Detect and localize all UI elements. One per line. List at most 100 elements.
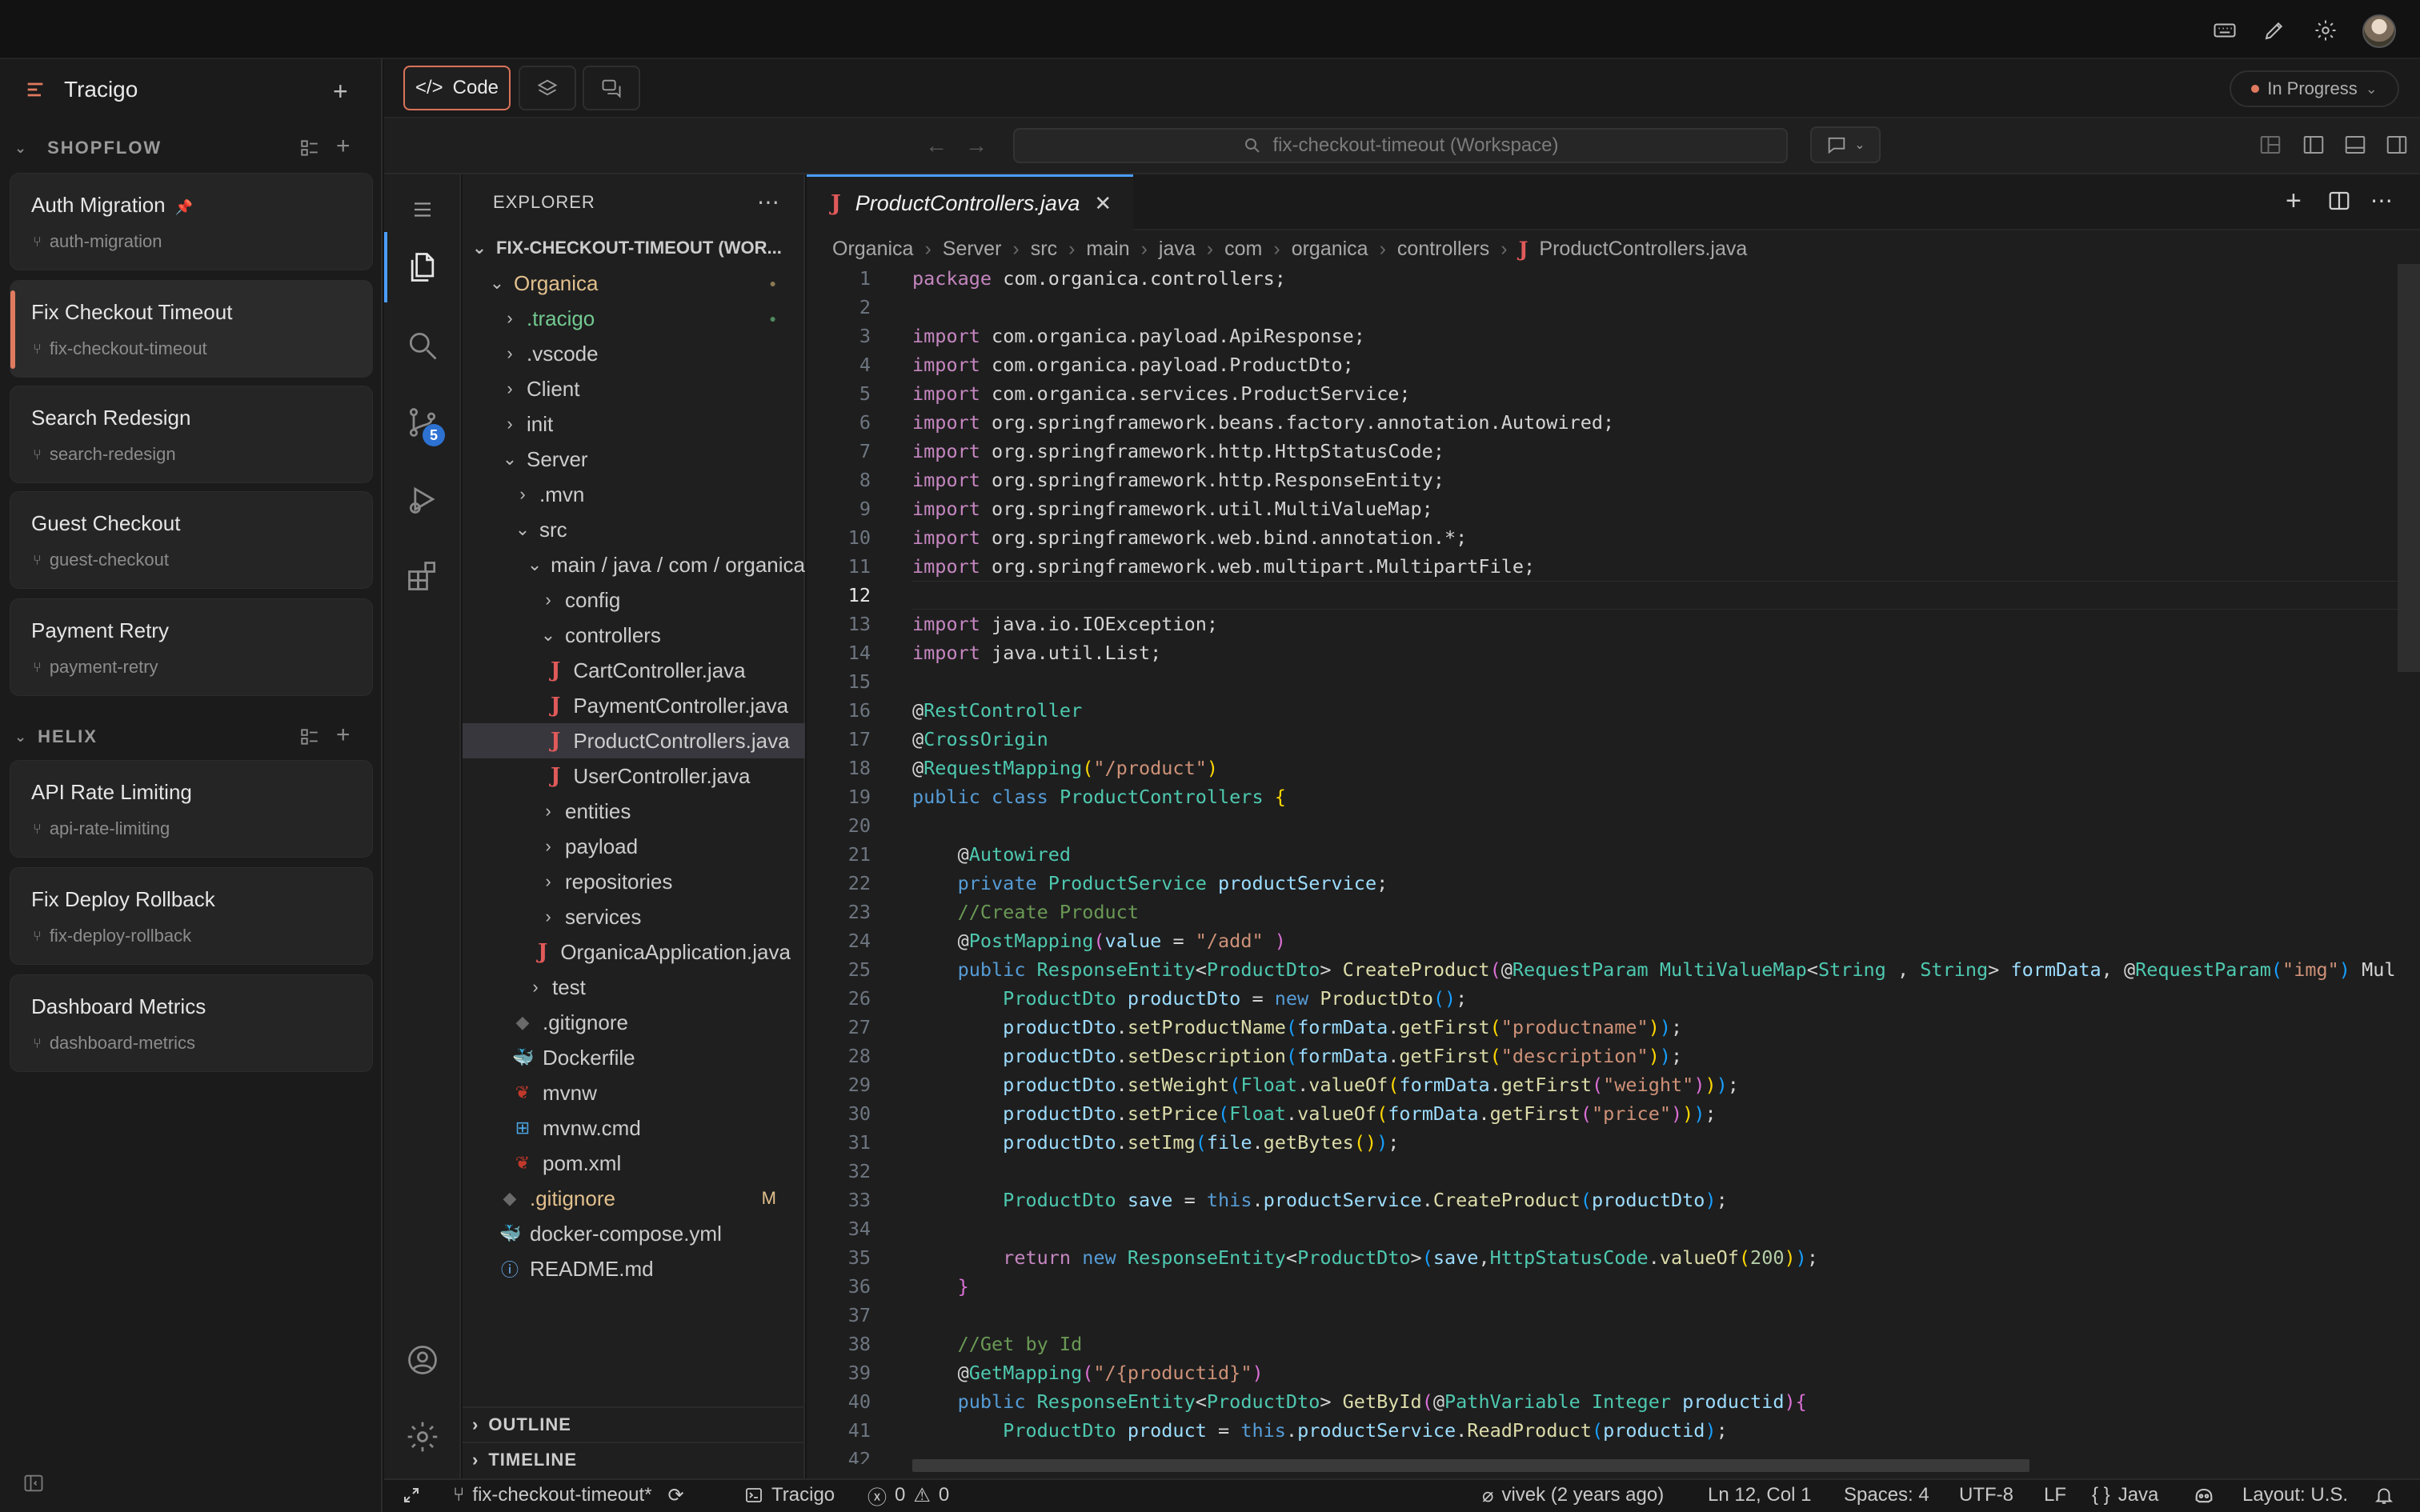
code-line[interactable]: 13 import java.io.IOException;	[807, 610, 2420, 638]
git-branch-status[interactable]: ⑂ fix-checkout-timeout* ⟳	[453, 1482, 684, 1509]
breadcrumb-item[interactable]: src	[1031, 238, 1057, 261]
breadcrumb-item[interactable]: ProductControllers.java	[1539, 238, 1747, 261]
code-line[interactable]: 9 import org.springframework.util.MultiVa…	[807, 494, 2420, 523]
run-debug-icon[interactable]	[400, 477, 445, 522]
manage-gear-icon[interactable]	[400, 1414, 445, 1459]
back-arrow-icon[interactable]: ←	[925, 133, 948, 158]
editor-tab-active[interactable]: J ProductControllers.java ✕	[807, 174, 1133, 230]
user-avatar[interactable]	[2362, 14, 2396, 48]
toggle-panel-icon[interactable]	[2343, 133, 2367, 157]
code-line[interactable]: 23 //Create Product	[807, 898, 2420, 926]
indentation-status[interactable]: Spaces: 4	[1844, 1482, 1929, 1509]
code-line[interactable]: 16 @RestController	[807, 696, 2420, 725]
sync-icon[interactable]: ⟳	[668, 1484, 684, 1507]
tree-item[interactable]: › Client	[463, 371, 805, 406]
breadcrumb-item[interactable]: java	[1159, 238, 1196, 261]
code-line[interactable]: 24 @PostMapping(value = "/add" )	[807, 926, 2420, 955]
task-card-search-redesign[interactable]: Search Redesign ⑂ search-redesign	[10, 386, 373, 483]
menu-icon[interactable]	[400, 187, 445, 232]
tree-item[interactable]: › test	[463, 970, 805, 1005]
add-task-icon[interactable]: +	[336, 133, 351, 160]
code-line[interactable]: 18 @RequestMapping("/product")	[807, 754, 2420, 782]
tree-item[interactable]: ⌄ Server	[463, 442, 805, 477]
extensions-icon[interactable]	[400, 554, 445, 598]
toggle-secondary-sidebar-icon[interactable]	[2385, 133, 2409, 157]
code-line[interactable]: 28 productDto.setDescription(formData.ge…	[807, 1042, 2420, 1070]
code-line[interactable]: 26 ProductDto productDto = new ProductDt…	[807, 984, 2420, 1013]
cursor-position[interactable]: Ln 12, Col 1	[1708, 1482, 1811, 1509]
code-line[interactable]: 14 import java.util.List;	[807, 638, 2420, 667]
task-card-dashboard-metrics[interactable]: Dashboard Metrics ⑂ dashboard-metrics	[10, 974, 373, 1072]
command-center[interactable]: fix-checkout-timeout (Workspace)	[1013, 128, 1788, 163]
notifications-bell-icon[interactable]	[2374, 1482, 2394, 1509]
split-editor-icon[interactable]	[2327, 189, 2351, 213]
horizontal-scrollbar[interactable]	[912, 1459, 2029, 1472]
code-view-button[interactable]: </> Code	[403, 66, 511, 110]
breadcrumb-item[interactable]: organica	[1292, 238, 1368, 261]
tree-item[interactable]: › repositories	[463, 864, 805, 899]
close-icon[interactable]: ✕	[1094, 191, 1112, 216]
tree-item[interactable]: ❦ mvnw	[463, 1075, 805, 1110]
task-card-fix-checkout-timeout[interactable]: Fix Checkout Timeout ⑂ fix-checkout-timeo…	[10, 280, 373, 378]
code-line[interactable]: 20	[807, 811, 2420, 840]
task-card-fix-deploy-rollback[interactable]: Fix Deploy Rollback ⑂ fix-deploy-rollback	[10, 867, 373, 965]
section-header-helix[interactable]: ⌄ HELIX	[14, 726, 98, 747]
code-line[interactable]: 34	[807, 1214, 2420, 1243]
tree-item[interactable]: › config	[463, 582, 805, 618]
code-line[interactable]: 7 import org.springframework.http.HttpSta…	[807, 437, 2420, 466]
code-line[interactable]: 8 import org.springframework.http.Respons…	[807, 466, 2420, 494]
tree-item[interactable]: J OrganicaApplication.java	[463, 934, 805, 970]
tree-item[interactable]: ⓘ README.md	[463, 1251, 805, 1286]
add-task-icon[interactable]: +	[336, 722, 351, 749]
timeline-section[interactable]: › TIMELINE	[463, 1442, 805, 1477]
chat-toggle-button[interactable]: ⌄	[1810, 126, 1881, 163]
code-line[interactable]: 10 import org.springframework.web.bind.an…	[807, 523, 2420, 552]
tree-item[interactable]: J ProductControllers.java	[463, 723, 805, 758]
code-line[interactable]: 11 import org.springframework.web.multipa…	[807, 552, 2420, 581]
git-blame-status[interactable]: ⌀ vivek (2 years ago)	[1482, 1482, 1664, 1509]
code-view[interactable]: 1 package com.organica.controllers; 2 3 impo…	[807, 264, 2420, 1464]
code-line[interactable]: 31 productDto.setImg(file.getBytes());	[807, 1128, 2420, 1157]
search-icon[interactable]	[400, 323, 445, 368]
list-view-icon[interactable]	[299, 138, 320, 158]
task-card-api-rate-limiting[interactable]: API Rate Limiting ⑂ api-rate-limiting	[10, 760, 373, 858]
explorer-root[interactable]: ⌄ FIX-CHECKOUT-TIMEOUT (WOR...	[463, 230, 805, 266]
forward-arrow-icon[interactable]: →	[965, 133, 988, 158]
code-line[interactable]: 19 public class ProductControllers {	[807, 782, 2420, 811]
copilot-icon[interactable]	[2193, 1482, 2215, 1509]
task-card-guest-checkout[interactable]: Guest Checkout ⑂ guest-checkout	[10, 491, 373, 589]
tree-item[interactable]: ◆ .gitignore	[463, 1005, 805, 1040]
tree-item[interactable]: J UserController.java	[463, 758, 805, 794]
chat-view-button[interactable]	[583, 66, 640, 110]
code-line[interactable]: 36 }	[807, 1272, 2420, 1301]
tree-item[interactable]: › .mvn	[463, 477, 805, 512]
new-file-icon[interactable]: +	[2286, 186, 2302, 217]
code-line[interactable]: 21 @Autowired	[807, 840, 2420, 869]
more-actions-icon[interactable]: ⋯	[757, 189, 779, 215]
tree-item[interactable]: › payload	[463, 829, 805, 864]
account-icon[interactable]	[400, 1338, 445, 1382]
code-line[interactable]: 41 ProductDto product = this.productServ…	[807, 1416, 2420, 1445]
tree-item[interactable]: ⌄ controllers	[463, 618, 805, 653]
task-status-dropdown[interactable]: In Progress ⌄	[2230, 70, 2399, 107]
code-line[interactable]: 40 public ResponseEntity<ProductDto> Get…	[807, 1387, 2420, 1416]
code-line[interactable]: 33 ProductDto save = this.productService…	[807, 1186, 2420, 1214]
tree-item[interactable]: J PaymentController.java	[463, 688, 805, 723]
list-view-icon[interactable]	[299, 726, 320, 747]
code-line[interactable]: 15	[807, 667, 2420, 696]
code-line[interactable]: 17 @CrossOrigin	[807, 725, 2420, 754]
tree-item[interactable]: 🐳 Dockerfile	[463, 1040, 805, 1075]
vertical-scrollbar[interactable]	[2398, 264, 2420, 672]
code-line[interactable]: 35 return new ResponseEntity<ProductDto>…	[807, 1243, 2420, 1272]
toggle-primary-sidebar-icon[interactable]	[2302, 133, 2326, 157]
code-line[interactable]: 38 //Get by Id	[807, 1330, 2420, 1358]
tree-item[interactable]: J CartController.java	[463, 653, 805, 688]
tree-item[interactable]: ⌄ Organica ●	[463, 266, 805, 301]
code-line[interactable]: 30 productDto.setPrice(Float.valueOf(for…	[807, 1099, 2420, 1128]
layers-view-button[interactable]	[519, 66, 576, 110]
code-line[interactable]: 37	[807, 1301, 2420, 1330]
tree-item[interactable]: ⌄ src	[463, 512, 805, 547]
language-mode-status[interactable]: { } Java	[2092, 1482, 2158, 1509]
tree-item[interactable]: ◆ .gitignore M	[463, 1181, 805, 1216]
code-line[interactable]: 32	[807, 1157, 2420, 1186]
